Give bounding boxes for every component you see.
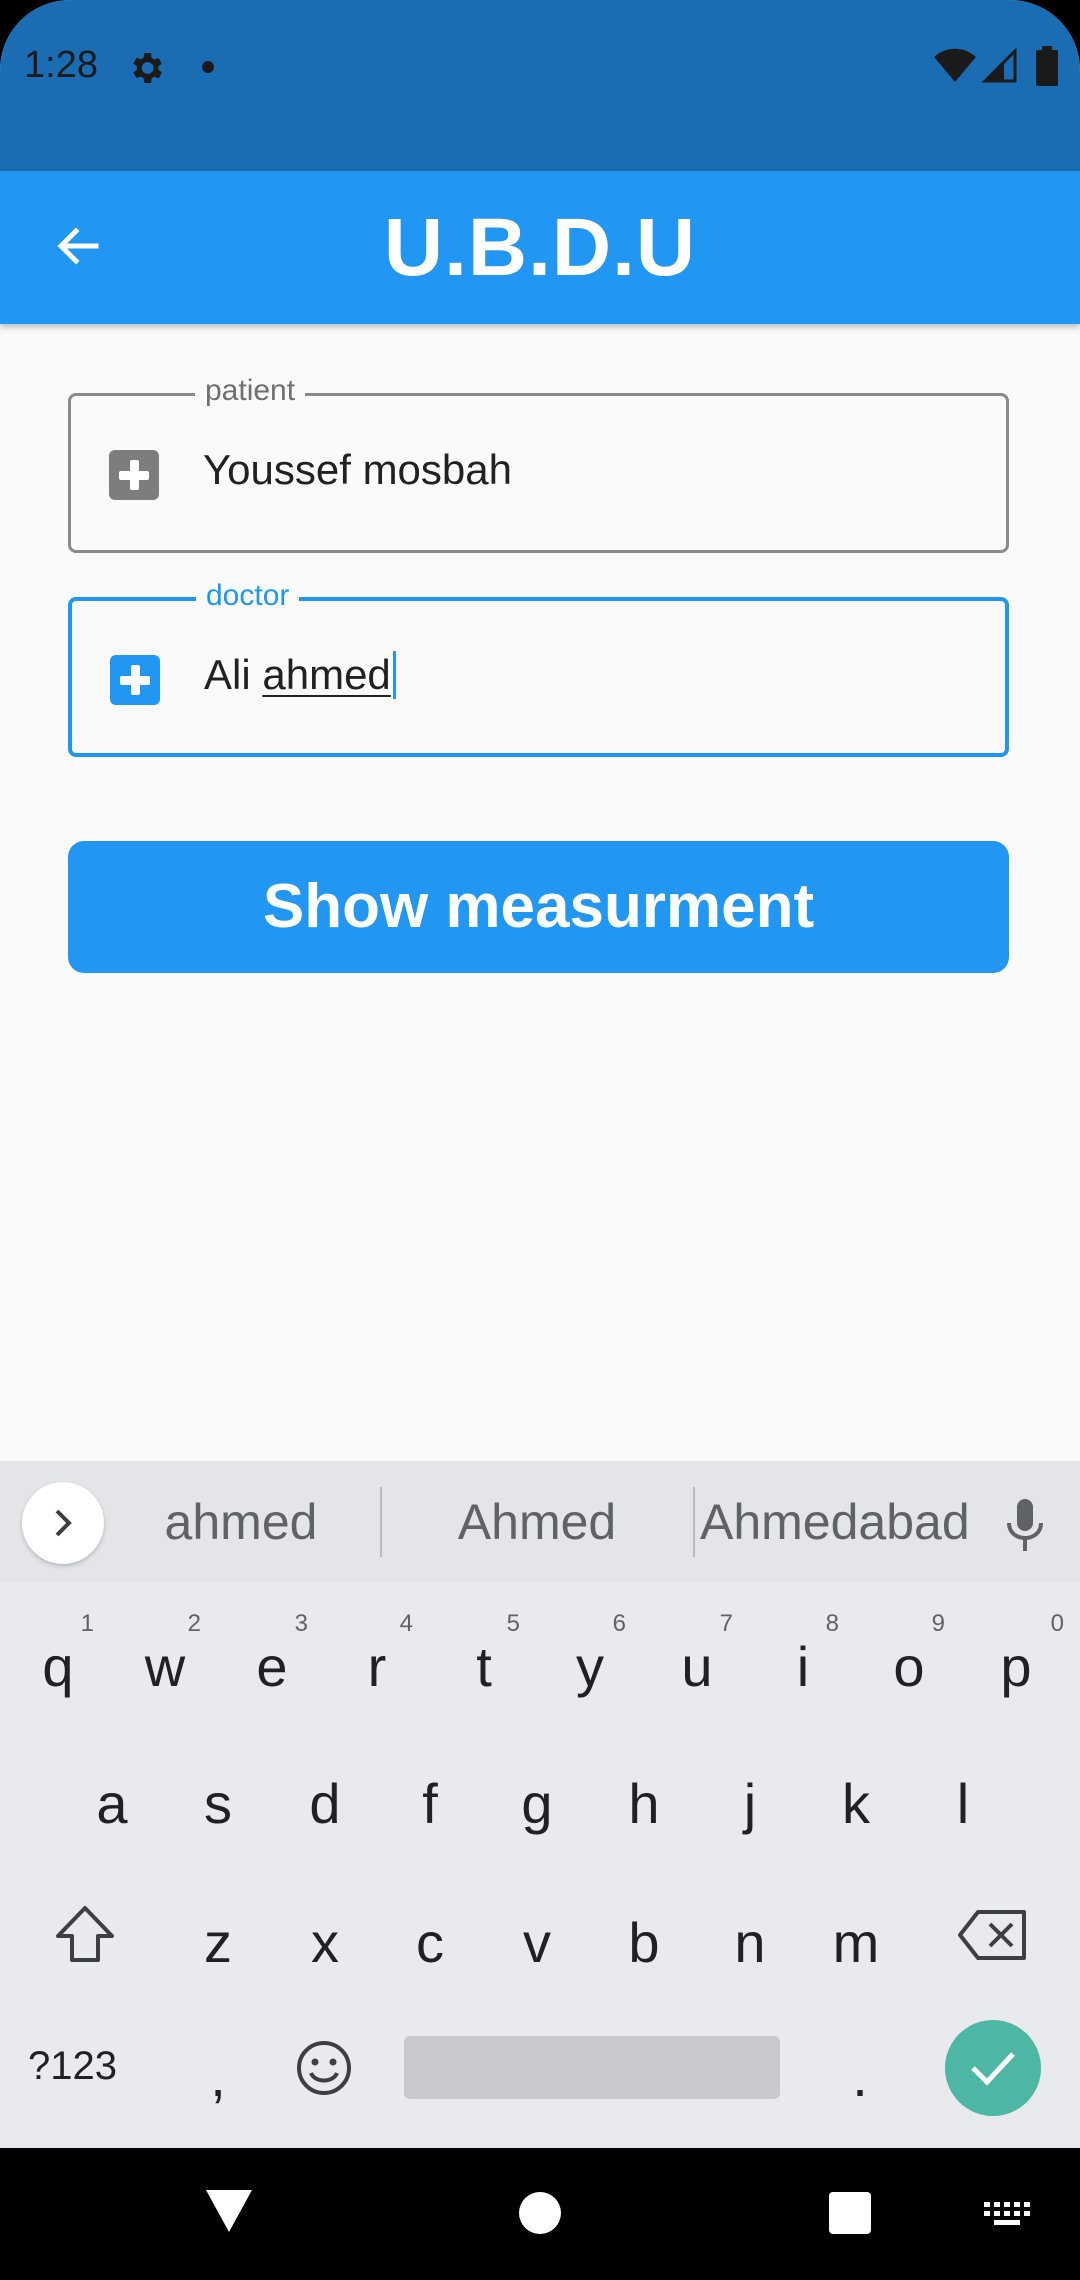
key-q[interactable]: q1 — [8, 1600, 108, 1720]
key-b[interactable]: b — [594, 1876, 694, 1996]
doctor-first-name: Ali — [204, 651, 251, 698]
key-d[interactable]: d — [275, 1737, 375, 1857]
medical-cross-icon — [110, 655, 160, 705]
keyboard-switch-icon[interactable] — [984, 2202, 1030, 2230]
key-k[interactable]: k — [806, 1737, 906, 1857]
spacebar[interactable] — [404, 2036, 780, 2099]
doctor-field[interactable]: doctor Ali ahmed — [68, 576, 1009, 757]
key-o[interactable]: o9 — [859, 1600, 959, 1720]
keyboard-expand-button[interactable] — [22, 1482, 104, 1564]
patient-field-value: Youssef mosbah — [203, 446, 512, 493]
key-w[interactable]: w2 — [115, 1600, 215, 1720]
key-x[interactable]: x — [275, 1876, 375, 1996]
notification-dot — [202, 61, 214, 73]
app-bar: U.B.D.U — [0, 171, 1080, 324]
suggestion-1[interactable]: ahmed — [112, 1461, 370, 1583]
system-navigation-bar — [0, 2148, 1080, 2280]
key-a[interactable]: a — [62, 1737, 162, 1857]
symbols-key[interactable]: ?123 — [28, 2044, 117, 2089]
key-g[interactable]: g — [487, 1737, 587, 1857]
home-circle-icon[interactable] — [519, 2192, 561, 2234]
key-m[interactable]: m — [806, 1876, 906, 1996]
shift-icon[interactable] — [52, 1904, 118, 1964]
suggestion-3[interactable]: Ahmedabad — [700, 1461, 970, 1583]
key-h[interactable]: h — [594, 1737, 694, 1857]
show-measurement-button[interactable]: Show measurment — [68, 841, 1009, 973]
key-l[interactable]: l — [913, 1737, 1013, 1857]
patient-field[interactable]: patient Youssef mosbah — [68, 371, 1009, 553]
microphone-icon[interactable] — [1002, 1497, 1048, 1553]
page-title: U.B.D.U — [383, 202, 697, 293]
signal-icon — [982, 48, 1017, 83]
doctor-field-value: Ali ahmed — [204, 651, 396, 699]
key-j[interactable]: j — [700, 1737, 800, 1857]
chevron-right-icon — [55, 1509, 72, 1537]
settings-icon — [133, 53, 162, 83]
enter-key[interactable] — [945, 2020, 1041, 2116]
key-v[interactable]: v — [487, 1876, 587, 1996]
key-z[interactable]: z — [168, 1876, 268, 1996]
recents-square-icon[interactable] — [829, 2192, 871, 2234]
key-c[interactable]: c — [380, 1876, 480, 1996]
checkmark-icon — [971, 2052, 1015, 2086]
suggestion-divider — [380, 1487, 382, 1557]
backspace-icon[interactable] — [956, 1908, 1028, 1962]
text-cursor — [392, 651, 396, 699]
battery-icon — [1036, 46, 1058, 86]
key-t[interactable]: t5 — [434, 1600, 534, 1720]
phone-screen: 1:28 U.B.D.U patient Youssef mosbah doct… — [0, 0, 1080, 2280]
period-key[interactable]: . — [810, 2010, 910, 2130]
key-n[interactable]: n — [700, 1876, 800, 1996]
suggestion-2[interactable]: Ahmed — [390, 1461, 684, 1583]
doctor-field-label: doctor — [196, 576, 300, 616]
patient-field-label: patient — [195, 371, 306, 411]
suggestion-divider — [693, 1487, 695, 1557]
comma-key[interactable]: , — [168, 2010, 268, 2130]
back-triangle-icon[interactable] — [204, 2188, 254, 2234]
emoji-icon[interactable] — [295, 2039, 353, 2097]
key-y[interactable]: y6 — [540, 1600, 640, 1720]
key-s[interactable]: s — [168, 1737, 268, 1857]
suggestion-bar: ahmed Ahmed Ahmedabad — [0, 1461, 1080, 1583]
status-time: 1:28 — [24, 44, 98, 86]
key-p[interactable]: p0 — [966, 1600, 1066, 1720]
medical-cross-icon — [109, 450, 159, 500]
wifi-icon — [934, 48, 976, 82]
key-f[interactable]: f — [380, 1737, 480, 1857]
status-bar: 1:28 — [0, 0, 1080, 171]
key-e[interactable]: e3 — [222, 1600, 322, 1720]
key-r[interactable]: r4 — [327, 1600, 427, 1720]
key-u[interactable]: u7 — [647, 1600, 747, 1720]
doctor-composing-word: ahmed — [262, 651, 391, 698]
key-i[interactable]: i8 — [753, 1600, 853, 1720]
